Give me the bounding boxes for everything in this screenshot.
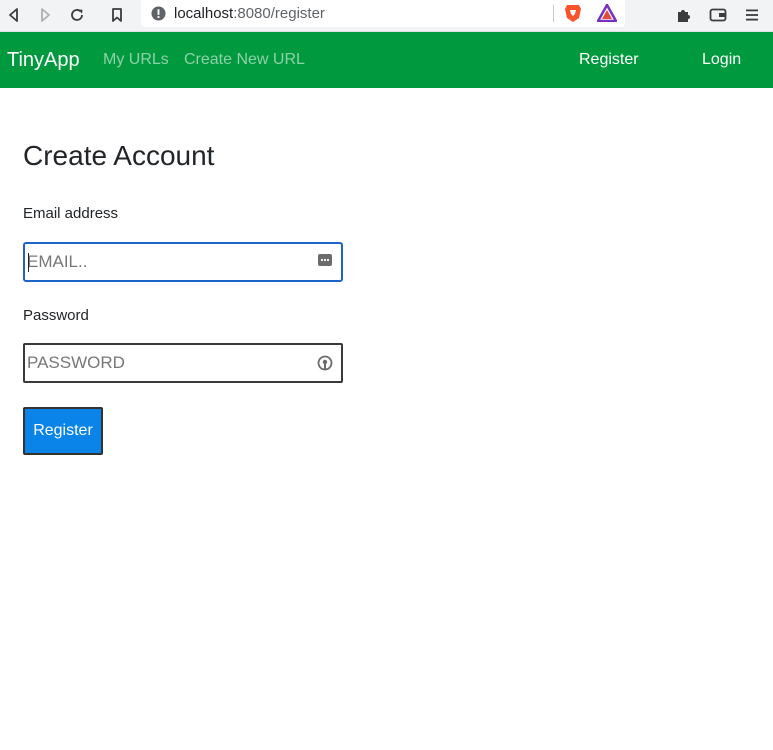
nav-link-create-new-url[interactable]: Create New URL [184, 51, 305, 69]
password-key-icon[interactable] [317, 355, 333, 371]
password-label: Password [23, 307, 89, 324]
nav-register-link[interactable]: Register [579, 51, 639, 69]
app-navbar: TinyApp My URLs Create New URL Register … [0, 32, 773, 88]
brave-shield-icon[interactable] [564, 3, 582, 28]
nav-link-my-urls[interactable]: My URLs [103, 51, 169, 69]
address-divider [553, 5, 554, 22]
page-title: Create Account [23, 140, 215, 171]
text-caret [28, 253, 29, 272]
brand-link[interactable]: TinyApp [7, 49, 80, 71]
register-button[interactable]: Register [23, 407, 103, 455]
autofill-dots-icon[interactable] [317, 252, 333, 268]
address-bar[interactable]: localhost:8080/register [141, 0, 625, 27]
back-arrow-icon[interactable] [3, 4, 25, 26]
reload-icon[interactable] [66, 4, 88, 26]
email-label: Email address [23, 205, 119, 222]
email-field-wrapper [23, 242, 343, 282]
puzzle-icon[interactable] [673, 4, 695, 26]
nav-login-link[interactable]: Login [702, 51, 741, 69]
email-field[interactable] [25, 244, 307, 280]
password-field-wrapper [23, 343, 343, 383]
url-text: localhost:8080/register [174, 5, 325, 22]
forward-arrow-icon[interactable] [34, 4, 56, 26]
browser-toolbar: localhost:8080/register [0, 0, 773, 32]
brave-rewards-icon[interactable] [596, 3, 618, 27]
wallet-icon[interactable] [707, 4, 729, 26]
password-field[interactable] [25, 345, 307, 381]
info-icon[interactable] [151, 6, 166, 26]
hamburger-menu-icon[interactable] [741, 4, 763, 26]
bookmark-icon[interactable] [106, 4, 128, 26]
